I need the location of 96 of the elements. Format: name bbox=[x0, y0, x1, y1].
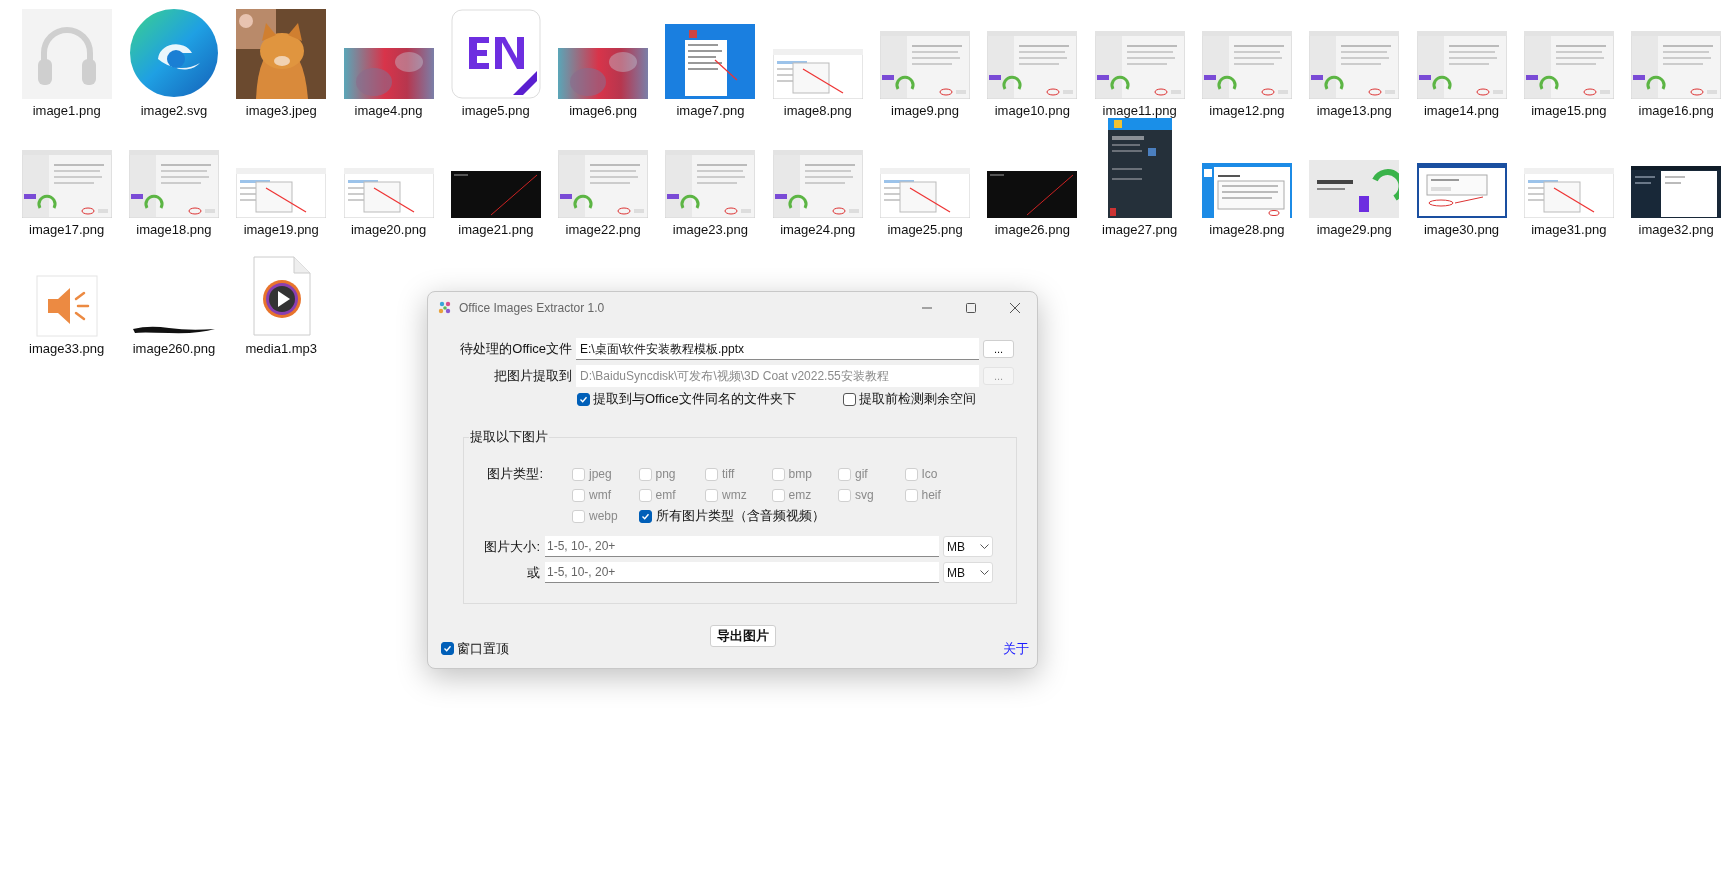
file-name[interactable]: image5.png bbox=[461, 102, 530, 120]
file-name[interactable]: image31.png bbox=[1531, 221, 1607, 239]
file-name[interactable]: image2.svg bbox=[140, 102, 208, 120]
checkbox[interactable] bbox=[441, 642, 454, 656]
type-label[interactable]: 所有图片类型（含音频视频） bbox=[655, 506, 825, 526]
media-file-icon[interactable] bbox=[250, 255, 313, 337]
file-name[interactable]: image9.png bbox=[891, 102, 959, 120]
checkbox[interactable] bbox=[577, 392, 590, 406]
file-name[interactable]: image11.png bbox=[1102, 102, 1177, 120]
file-name[interactable]: image4.png bbox=[354, 102, 423, 120]
unit-dropdown[interactable]: MB bbox=[943, 536, 993, 557]
file-thumbnail[interactable] bbox=[1523, 168, 1614, 218]
file-name[interactable]: image25.png bbox=[887, 221, 963, 239]
file-thumbnail[interactable] bbox=[1107, 118, 1172, 218]
field-label: 待处理的Office文件 bbox=[459, 340, 572, 359]
file-thumbnail[interactable] bbox=[772, 150, 863, 218]
checkmark-icon bbox=[443, 644, 452, 654]
close-icon bbox=[1010, 302, 1020, 313]
file-thumbnail[interactable] bbox=[1523, 31, 1614, 99]
about-link[interactable]: 关于 bbox=[1003, 639, 1029, 659]
file-name[interactable]: image22.png bbox=[565, 221, 641, 239]
file-name[interactable]: image17.png bbox=[29, 221, 105, 239]
file-thumbnail[interactable] bbox=[21, 150, 112, 218]
file-name[interactable]: image29.png bbox=[1316, 221, 1392, 239]
file-name[interactable]: image8.png bbox=[783, 102, 852, 120]
file-name[interactable]: image12.png bbox=[1209, 102, 1285, 120]
checkbox[interactable] bbox=[638, 509, 652, 523]
file-name[interactable]: media1.mp3 bbox=[245, 340, 317, 358]
file-name[interactable]: image13.png bbox=[1316, 102, 1392, 120]
file-name[interactable]: image260.png bbox=[132, 340, 216, 358]
file-name[interactable]: image10.png bbox=[994, 102, 1070, 120]
file-thumbnail[interactable] bbox=[1201, 31, 1292, 99]
file-name[interactable]: image21.png bbox=[458, 221, 534, 239]
file-thumbnail[interactable] bbox=[880, 31, 970, 99]
file-name[interactable]: image18.png bbox=[136, 221, 212, 239]
checkmark-icon bbox=[579, 394, 588, 404]
file-thumbnail[interactable] bbox=[987, 171, 1078, 218]
browse-button[interactable]: ... bbox=[983, 340, 1014, 358]
path-field[interactable]: E:\桌面\软件安装教程模板.pptx bbox=[576, 338, 979, 360]
file-thumbnail[interactable] bbox=[128, 150, 219, 218]
option-label[interactable]: 提取到与Office文件同名的文件夹下 bbox=[593, 389, 796, 409]
export-button[interactable]: 导出图片 bbox=[710, 625, 776, 647]
file-name[interactable]: image24.png bbox=[780, 221, 856, 239]
file-thumbnail[interactable] bbox=[1309, 160, 1400, 218]
file-name[interactable]: image19.png bbox=[243, 221, 319, 239]
window-title: Office Images Extractor 1.0 bbox=[459, 299, 605, 317]
unit-dropdown[interactable]: MB bbox=[943, 562, 993, 583]
field-label: 图片类型: bbox=[486, 465, 544, 483]
file-thumbnail[interactable] bbox=[772, 49, 863, 99]
size-field[interactable]: 1-5, 10-, 20+ bbox=[545, 562, 939, 583]
file-thumbnail[interactable] bbox=[665, 24, 756, 99]
file-thumbnail[interactable] bbox=[1416, 31, 1507, 99]
checkmark-icon bbox=[640, 511, 650, 521]
file-thumbnail[interactable] bbox=[665, 150, 756, 218]
file-thumbnail[interactable] bbox=[1309, 31, 1400, 99]
swirl-icon[interactable] bbox=[127, 7, 220, 99]
field-label: 或 bbox=[526, 563, 540, 582]
chevron-down-icon bbox=[980, 543, 989, 550]
file-name[interactable]: image27.png bbox=[1102, 221, 1178, 239]
field-label: 把图片提取到 bbox=[493, 367, 572, 386]
file-name[interactable]: image1.png bbox=[32, 102, 101, 120]
file-thumbnail[interactable] bbox=[236, 168, 327, 218]
file-thumbnail[interactable] bbox=[1631, 166, 1722, 218]
speaker-icon[interactable] bbox=[35, 275, 98, 337]
option-label[interactable]: 窗口置顶 bbox=[457, 639, 509, 659]
file-name[interactable]: image33.png bbox=[29, 340, 105, 358]
file-thumbnail[interactable] bbox=[343, 168, 434, 218]
checkbox[interactable] bbox=[843, 392, 856, 406]
file-thumbnail[interactable] bbox=[987, 31, 1078, 99]
file-name[interactable]: image16.png bbox=[1638, 102, 1714, 120]
file-thumbnail[interactable] bbox=[1094, 31, 1185, 99]
chevron-down-icon bbox=[980, 569, 989, 576]
file-thumbnail[interactable] bbox=[450, 171, 541, 218]
file-name[interactable]: image28.png bbox=[1209, 221, 1285, 239]
file-name[interactable]: image3.jpeg bbox=[245, 102, 317, 120]
file-thumbnail[interactable] bbox=[880, 168, 970, 218]
file-name[interactable]: image14.png bbox=[1423, 102, 1500, 120]
file-thumbnail[interactable] bbox=[1631, 31, 1722, 99]
file-thumbnail[interactable] bbox=[1201, 163, 1292, 218]
file-name[interactable]: image23.png bbox=[672, 221, 748, 239]
file-thumbnail[interactable] bbox=[558, 150, 649, 218]
file-name[interactable]: image7.png bbox=[676, 102, 745, 120]
maximize-icon bbox=[966, 302, 976, 313]
file-name[interactable]: image20.png bbox=[350, 221, 427, 239]
field-label: 图片大小: bbox=[483, 537, 540, 556]
file-name[interactable]: image6.png bbox=[569, 102, 638, 120]
logo-icon[interactable] bbox=[450, 9, 541, 99]
headphones-icon[interactable] bbox=[21, 9, 112, 99]
file-name[interactable]: image32.png bbox=[1638, 221, 1714, 239]
size-field[interactable]: 1-5, 10-, 20+ bbox=[545, 536, 939, 557]
file-name[interactable]: image26.png bbox=[994, 221, 1070, 239]
app-icon bbox=[437, 299, 453, 316]
option-label[interactable]: 提取前检测剩余空间 bbox=[859, 389, 976, 409]
file-thumbnail[interactable] bbox=[1416, 163, 1507, 218]
file-name[interactable]: image30.png bbox=[1423, 221, 1500, 239]
file-name[interactable]: image15.png bbox=[1531, 102, 1607, 120]
